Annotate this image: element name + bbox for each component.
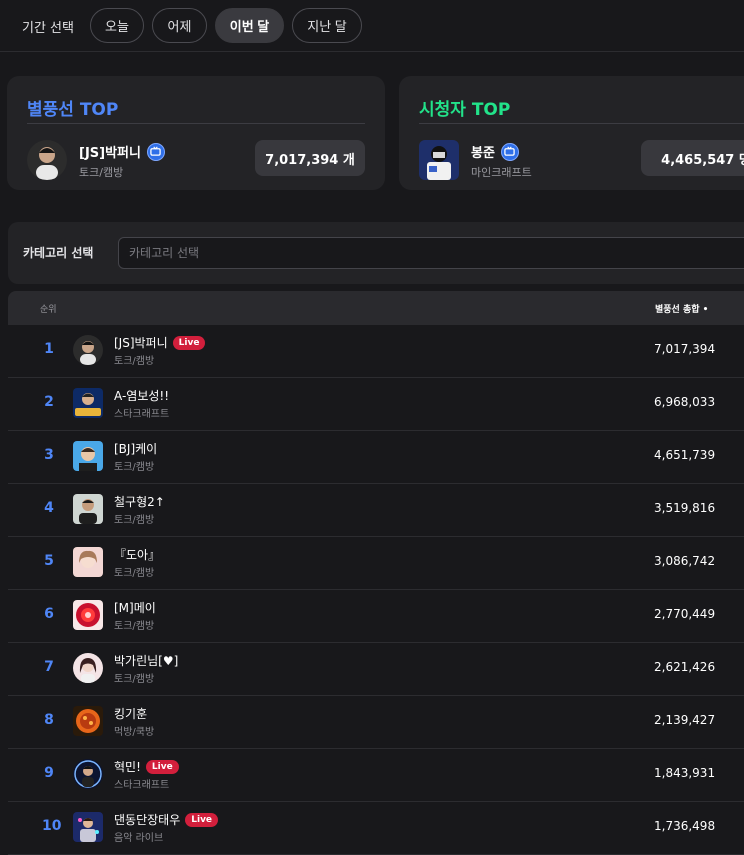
balloon-total: 2,621,426	[654, 660, 716, 674]
streamer-name[interactable]: 『도아』	[114, 546, 160, 563]
streamer-name[interactable]: 댄동단장태우 Live	[114, 811, 219, 828]
avatar[interactable]	[73, 441, 103, 471]
rank-number: 8	[44, 712, 54, 728]
ranking-table-header: 순위 별풍선 총합 •	[8, 291, 744, 325]
live-badge: Live	[145, 759, 179, 774]
balloon-total: 1,736,498	[654, 819, 716, 833]
table-row[interactable]: 7 박가린님[♥] 토크/캠방 2,621,426	[8, 643, 744, 696]
category-label: 카테고리 선택	[23, 246, 94, 260]
live-badge: Live	[185, 812, 219, 827]
divider	[419, 123, 744, 124]
table-row[interactable]: 4 철구형2↑ 토크/캠방 3,519,816	[8, 484, 744, 537]
balloon-total: 3,519,816	[654, 501, 716, 515]
top-viewer-count: 4,465,547 명	[641, 140, 744, 176]
streamer-category: 스타크래프트	[114, 780, 170, 791]
table-row[interactable]: 9 혁민! Live 스타크래프트 1,843,931	[8, 749, 744, 802]
streamer-name[interactable]: 철구형2↑	[114, 493, 165, 510]
category-filter-bar: 카테고리 선택	[8, 222, 744, 284]
streamer-category: 먹방/쿡방	[114, 727, 155, 738]
live-badge: Live	[172, 335, 206, 350]
table-row[interactable]: 2 A-염보성!! 스타크래프트 6,968,033	[8, 378, 744, 431]
avatar[interactable]	[73, 388, 103, 418]
period-today-button[interactable]: 오늘	[90, 8, 144, 43]
rank-number: 6	[44, 606, 54, 622]
streamer-name[interactable]: 킹기훈	[114, 705, 147, 722]
balloon-total: 7,017,394	[654, 342, 716, 356]
avatar[interactable]	[73, 706, 103, 736]
viewer-top-card: 시청자 TOP 봉준 마인크래프트 4,465,547 명	[399, 76, 744, 190]
streamer-category: 토크/캠방	[114, 515, 155, 526]
streamer-category: 토크/캠방	[114, 568, 155, 579]
avatar[interactable]	[73, 653, 103, 683]
streamer-category: 토크/캠방	[114, 621, 155, 632]
streamer-name[interactable]: A-염보성!!	[114, 387, 169, 404]
avatar[interactable]	[73, 812, 103, 842]
balloon-total: 4,651,739	[654, 448, 716, 462]
rank-number: 2	[44, 394, 54, 410]
table-row[interactable]: 10 댄동단장태우 Live 음악 라이브 1,736,498	[8, 802, 744, 855]
balloon-total: 6,968,033	[654, 395, 716, 409]
top-streamer-category: 토크/캠방	[79, 166, 124, 179]
balloon-total: 2,139,427	[654, 713, 716, 727]
rank-number: 7	[44, 659, 54, 675]
rank-number: 1	[44, 341, 54, 357]
category-search-input[interactable]	[118, 237, 744, 269]
balloon-total: 1,843,931	[654, 766, 716, 780]
streamer-name[interactable]: 박가린님[♥]	[114, 652, 178, 669]
avatar[interactable]	[73, 759, 103, 789]
table-row[interactable]: 6 [M]메이 토크/캠방 2,770,449	[8, 590, 744, 643]
streamer-name[interactable]: 혁민! Live	[114, 758, 179, 775]
table-row[interactable]: 3 [BJ]케이 토크/캠방 4,651,739	[8, 431, 744, 484]
ranking-list: 1 [JS]박퍼니 Live 토크/캠방 7,017,394 2 A-염보성!! …	[8, 325, 744, 855]
viewer-top-title: 시청자 TOP	[419, 100, 511, 120]
rank-column-header: 순위	[40, 305, 57, 315]
avatar[interactable]	[73, 600, 103, 630]
balloon-total: 2,770,449	[654, 607, 716, 621]
streamer-category: 토크/캠방	[114, 462, 155, 473]
avatar[interactable]	[27, 140, 67, 180]
avatar[interactable]	[73, 335, 103, 365]
divider	[27, 123, 365, 124]
balloon-top-title: 별풍선 TOP	[27, 100, 119, 120]
streamer-name[interactable]: [JS]박퍼니 Live	[114, 334, 206, 351]
period-last-month-button[interactable]: 지난 달	[292, 8, 362, 43]
streamer-name[interactable]: [BJ]케이	[114, 440, 157, 457]
tv-badge-icon	[146, 142, 165, 161]
top-streamer-name[interactable]: [JS]박퍼니	[79, 142, 165, 161]
top-balloon-count: 7,017,394 개	[255, 140, 365, 176]
streamer-category: 스타크래프트	[114, 409, 170, 420]
avatar[interactable]	[73, 494, 103, 524]
rank-number: 5	[44, 553, 54, 569]
period-this-month-button[interactable]: 이번 달	[215, 8, 284, 43]
tv-badge-icon	[500, 142, 519, 161]
total-column-header[interactable]: 별풍선 총합 •	[655, 302, 708, 315]
period-label: 기간 선택	[22, 21, 74, 36]
balloon-total: 3,086,742	[654, 554, 716, 568]
avatar[interactable]	[419, 140, 459, 180]
streamer-name[interactable]: [M]메이	[114, 599, 156, 616]
streamer-category: 토크/캠방	[114, 356, 155, 367]
table-row[interactable]: 8 킹기훈 먹방/쿡방 2,139,427	[8, 696, 744, 749]
rank-number: 10	[42, 818, 62, 834]
balloon-top-card: 별풍선 TOP [JS]박퍼니 토크/캠방 7,017,394 개	[7, 76, 385, 190]
streamer-category: 토크/캠방	[114, 674, 155, 685]
table-row[interactable]: 1 [JS]박퍼니 Live 토크/캠방 7,017,394	[8, 325, 744, 378]
period-filter-bar: 기간 선택 오늘 어제 이번 달 지난 달	[0, 0, 744, 52]
avatar[interactable]	[73, 547, 103, 577]
streamer-category: 음악 라이브	[114, 833, 164, 844]
rank-number: 4	[44, 500, 54, 516]
rank-number: 3	[44, 447, 54, 463]
top-streamer-category: 마인크래프트	[471, 166, 532, 179]
period-yesterday-button[interactable]: 어제	[152, 8, 207, 43]
table-row[interactable]: 5 『도아』 토크/캠방 3,086,742	[8, 537, 744, 590]
rank-number: 9	[44, 765, 54, 781]
top-streamer-name[interactable]: 봉준	[471, 142, 519, 161]
